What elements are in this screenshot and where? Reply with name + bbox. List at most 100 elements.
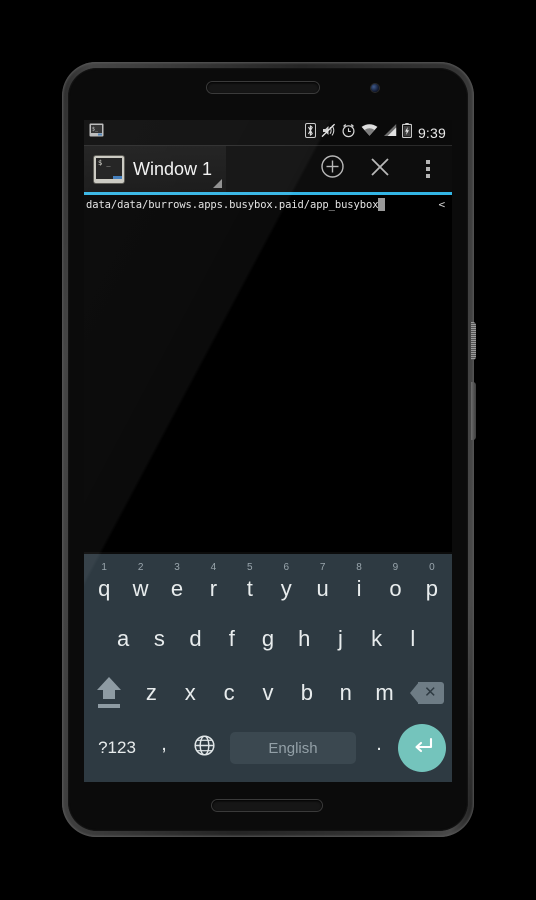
key-q-letter: q bbox=[98, 576, 111, 601]
earpiece-speaker-icon bbox=[207, 82, 319, 93]
key-k[interactable]: k bbox=[359, 612, 395, 666]
key-w[interactable]: 2w bbox=[122, 558, 158, 612]
language-switch-key[interactable] bbox=[184, 734, 224, 762]
key-p-number: 0 bbox=[429, 562, 435, 573]
terminal-line: data/data/burrows.apps.busybox.paid/app_… bbox=[86, 198, 447, 211]
key-r-letter: r bbox=[209, 576, 218, 601]
key-n[interactable]: n bbox=[326, 666, 365, 720]
key-w-letter: w bbox=[132, 576, 149, 601]
action-bar-buttons bbox=[308, 146, 452, 193]
bluetooth-icon bbox=[304, 122, 316, 143]
tab-window-label: Window 1 bbox=[133, 158, 213, 179]
key-u[interactable]: 7u bbox=[304, 558, 340, 612]
comma-key[interactable]: , bbox=[144, 733, 184, 764]
tab-window-1[interactable]: Window 1 bbox=[84, 146, 227, 192]
key-u-number: 7 bbox=[319, 562, 326, 573]
key-s[interactable]: s bbox=[141, 612, 177, 666]
key-e[interactable]: 3e bbox=[159, 558, 195, 612]
key-h[interactable]: h bbox=[286, 612, 322, 666]
shift-key[interactable] bbox=[86, 677, 132, 709]
enter-key[interactable] bbox=[398, 724, 446, 772]
phone-screen: $_ 9:39 $ _ Window 1 data/data/burrows.a… bbox=[84, 120, 452, 782]
key-l[interactable]: l bbox=[395, 612, 431, 666]
key-a[interactable]: a bbox=[105, 612, 141, 666]
key-f[interactable]: f bbox=[214, 612, 250, 666]
key-n-letter: n bbox=[339, 680, 352, 705]
key-i[interactable]: 8i bbox=[341, 558, 377, 612]
terminal-notification-icon: $_ bbox=[89, 123, 104, 142]
key-c-letter: c bbox=[223, 680, 235, 705]
key-b[interactable]: b bbox=[287, 666, 326, 720]
key-d[interactable]: d bbox=[177, 612, 213, 666]
bottom-speaker-icon bbox=[212, 800, 322, 811]
key-u-letter: u bbox=[316, 576, 329, 601]
status-bar-clock: 9:39 bbox=[417, 124, 446, 141]
key-x-letter: x bbox=[184, 680, 196, 705]
key-r[interactable]: 4r bbox=[195, 558, 231, 612]
wifi-icon bbox=[361, 123, 378, 142]
terminal-window-icon bbox=[94, 155, 124, 183]
plus-circle-icon bbox=[320, 154, 345, 184]
period-key[interactable]: . bbox=[362, 733, 396, 764]
key-t[interactable]: 5t bbox=[232, 558, 268, 612]
key-c[interactable]: c bbox=[210, 666, 249, 720]
key-v-letter: v bbox=[262, 680, 274, 705]
front-camera-icon bbox=[371, 84, 379, 92]
key-m[interactable]: m bbox=[365, 666, 404, 720]
key-o[interactable]: 9o bbox=[377, 558, 413, 612]
key-w-number: 2 bbox=[137, 562, 144, 573]
power-button[interactable] bbox=[471, 322, 476, 360]
key-v[interactable]: v bbox=[249, 666, 288, 720]
key-b-letter: b bbox=[300, 680, 313, 705]
space-key[interactable]: English bbox=[230, 732, 356, 764]
key-q[interactable]: 1q bbox=[86, 558, 122, 612]
shift-arrow-icon bbox=[94, 677, 124, 709]
status-bar: $_ 9:39 bbox=[84, 120, 452, 145]
key-y[interactable]: 6y bbox=[268, 558, 304, 612]
close-x-icon bbox=[368, 155, 392, 184]
key-f-letter: f bbox=[228, 626, 235, 651]
key-h-letter: h bbox=[298, 626, 311, 651]
key-j[interactable]: j bbox=[322, 612, 358, 666]
key-o-letter: o bbox=[389, 576, 402, 601]
overflow-dots-icon bbox=[426, 160, 430, 178]
backspace-icon: ✕ bbox=[410, 682, 445, 704]
terminal-output-area[interactable]: data/data/burrows.apps.busybox.paid/app_… bbox=[84, 195, 452, 530]
on-screen-keyboard: 1q 2w 3e 4r 5t 6y 7u 8i 9o 0p a s d f g … bbox=[84, 552, 452, 782]
status-bar-system-icons: 9:39 bbox=[304, 122, 446, 143]
key-s-letter: s bbox=[153, 626, 165, 651]
new-window-button[interactable] bbox=[308, 146, 356, 193]
keyboard-row-top: 1q 2w 3e 4r 5t 6y 7u 8i 9o 0p bbox=[84, 558, 452, 612]
overflow-menu-button[interactable] bbox=[404, 146, 452, 193]
cellular-signal-icon bbox=[383, 123, 397, 142]
keyboard-row-shift: z x c v b n m ✕ bbox=[84, 666, 452, 720]
symbols-key[interactable]: ?123 bbox=[90, 738, 144, 758]
key-m-letter: m bbox=[375, 680, 394, 705]
key-e-number: 3 bbox=[174, 562, 180, 573]
key-z[interactable]: z bbox=[132, 666, 171, 720]
key-e-letter: e bbox=[170, 576, 184, 601]
key-t-letter: t bbox=[246, 576, 253, 601]
terminal-right-marker: < bbox=[438, 198, 445, 211]
key-j-letter: j bbox=[337, 626, 343, 651]
app-action-bar: Window 1 bbox=[84, 145, 452, 192]
volume-rocker-button[interactable] bbox=[471, 382, 476, 440]
key-k-letter: k bbox=[371, 626, 383, 651]
key-g[interactable]: g bbox=[250, 612, 286, 666]
volume-muted-icon bbox=[321, 123, 336, 143]
tab-dropdown-triangle-icon[interactable] bbox=[213, 179, 223, 188]
backspace-key[interactable]: ✕ bbox=[404, 682, 450, 704]
key-d-letter: d bbox=[189, 626, 202, 651]
key-z-letter: z bbox=[145, 680, 157, 705]
battery-charging-icon bbox=[401, 122, 412, 143]
key-t-number: 5 bbox=[247, 562, 253, 573]
close-window-button[interactable] bbox=[356, 146, 404, 193]
key-a-letter: a bbox=[116, 626, 130, 651]
key-p[interactable]: 0p bbox=[414, 558, 450, 612]
keyboard-row-home: a s d f g h j k l bbox=[84, 612, 452, 666]
key-y-letter: y bbox=[280, 576, 292, 601]
key-x[interactable]: x bbox=[171, 666, 210, 720]
key-i-letter: i bbox=[356, 576, 362, 601]
key-i-number: 8 bbox=[356, 562, 362, 573]
key-q-number: 1 bbox=[101, 562, 107, 573]
